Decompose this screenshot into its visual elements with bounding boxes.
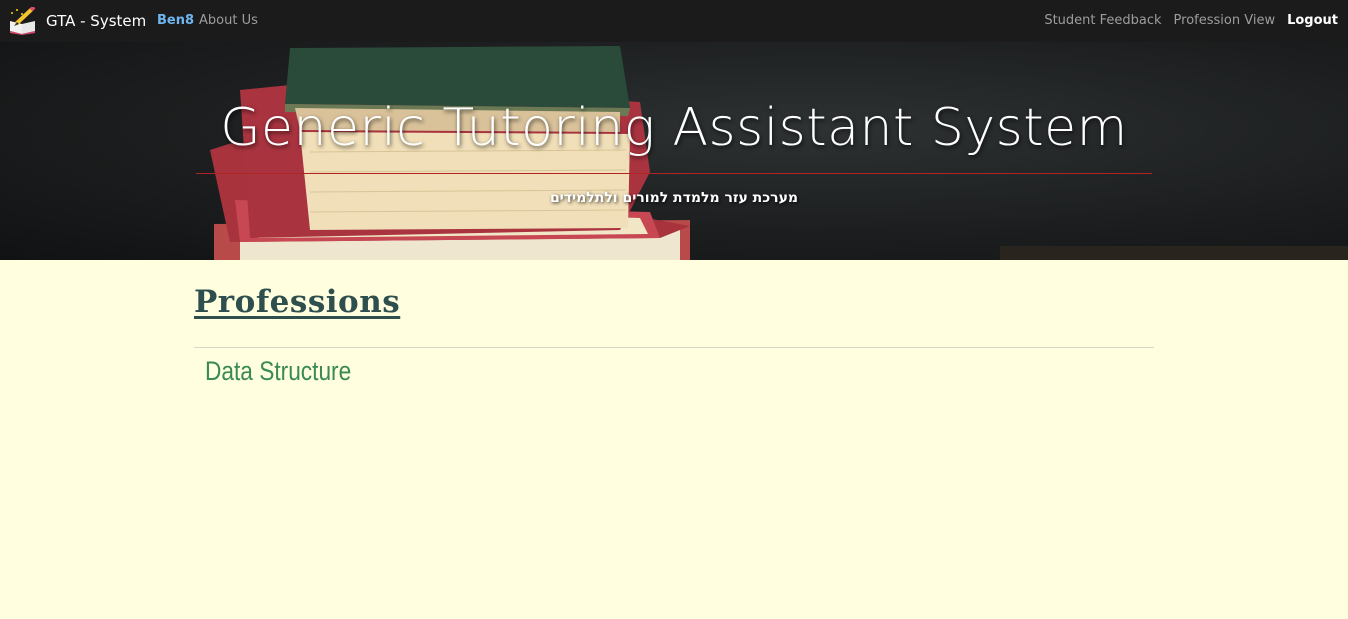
top-navbar: GTA - System Ben8 About Us Student Feedb… xyxy=(0,0,1348,42)
book-pencil-logo-icon xyxy=(8,5,38,35)
nav-right-links: Student Feedback Profession View Logout xyxy=(1032,13,1338,28)
nav-student-feedback-link[interactable]: Student Feedback xyxy=(1044,13,1161,28)
nav-profession-view-link[interactable]: Profession View xyxy=(1174,13,1276,28)
nav-user-link[interactable]: Ben8 xyxy=(157,13,194,28)
brand-title: GTA - System xyxy=(46,12,147,30)
main-content: Professions xyxy=(194,284,1154,320)
logout-link[interactable]: Logout xyxy=(1287,13,1338,28)
nav-about-link[interactable]: About Us xyxy=(199,13,258,28)
brand-link[interactable]: GTA - System xyxy=(8,5,147,36)
profession-item-data-structure[interactable]: Data Structure xyxy=(205,356,351,387)
section-divider xyxy=(194,347,1154,348)
hero-banner: Generic Tutoring Assistant System מערכת … xyxy=(0,42,1348,260)
professions-heading: Professions xyxy=(194,284,401,320)
hero-subtitle: מערכת עזר מלמדת למורים ולתלמידים xyxy=(549,190,799,206)
hero-title: Generic Tutoring Assistant System xyxy=(220,98,1128,158)
hero-divider xyxy=(196,173,1152,174)
